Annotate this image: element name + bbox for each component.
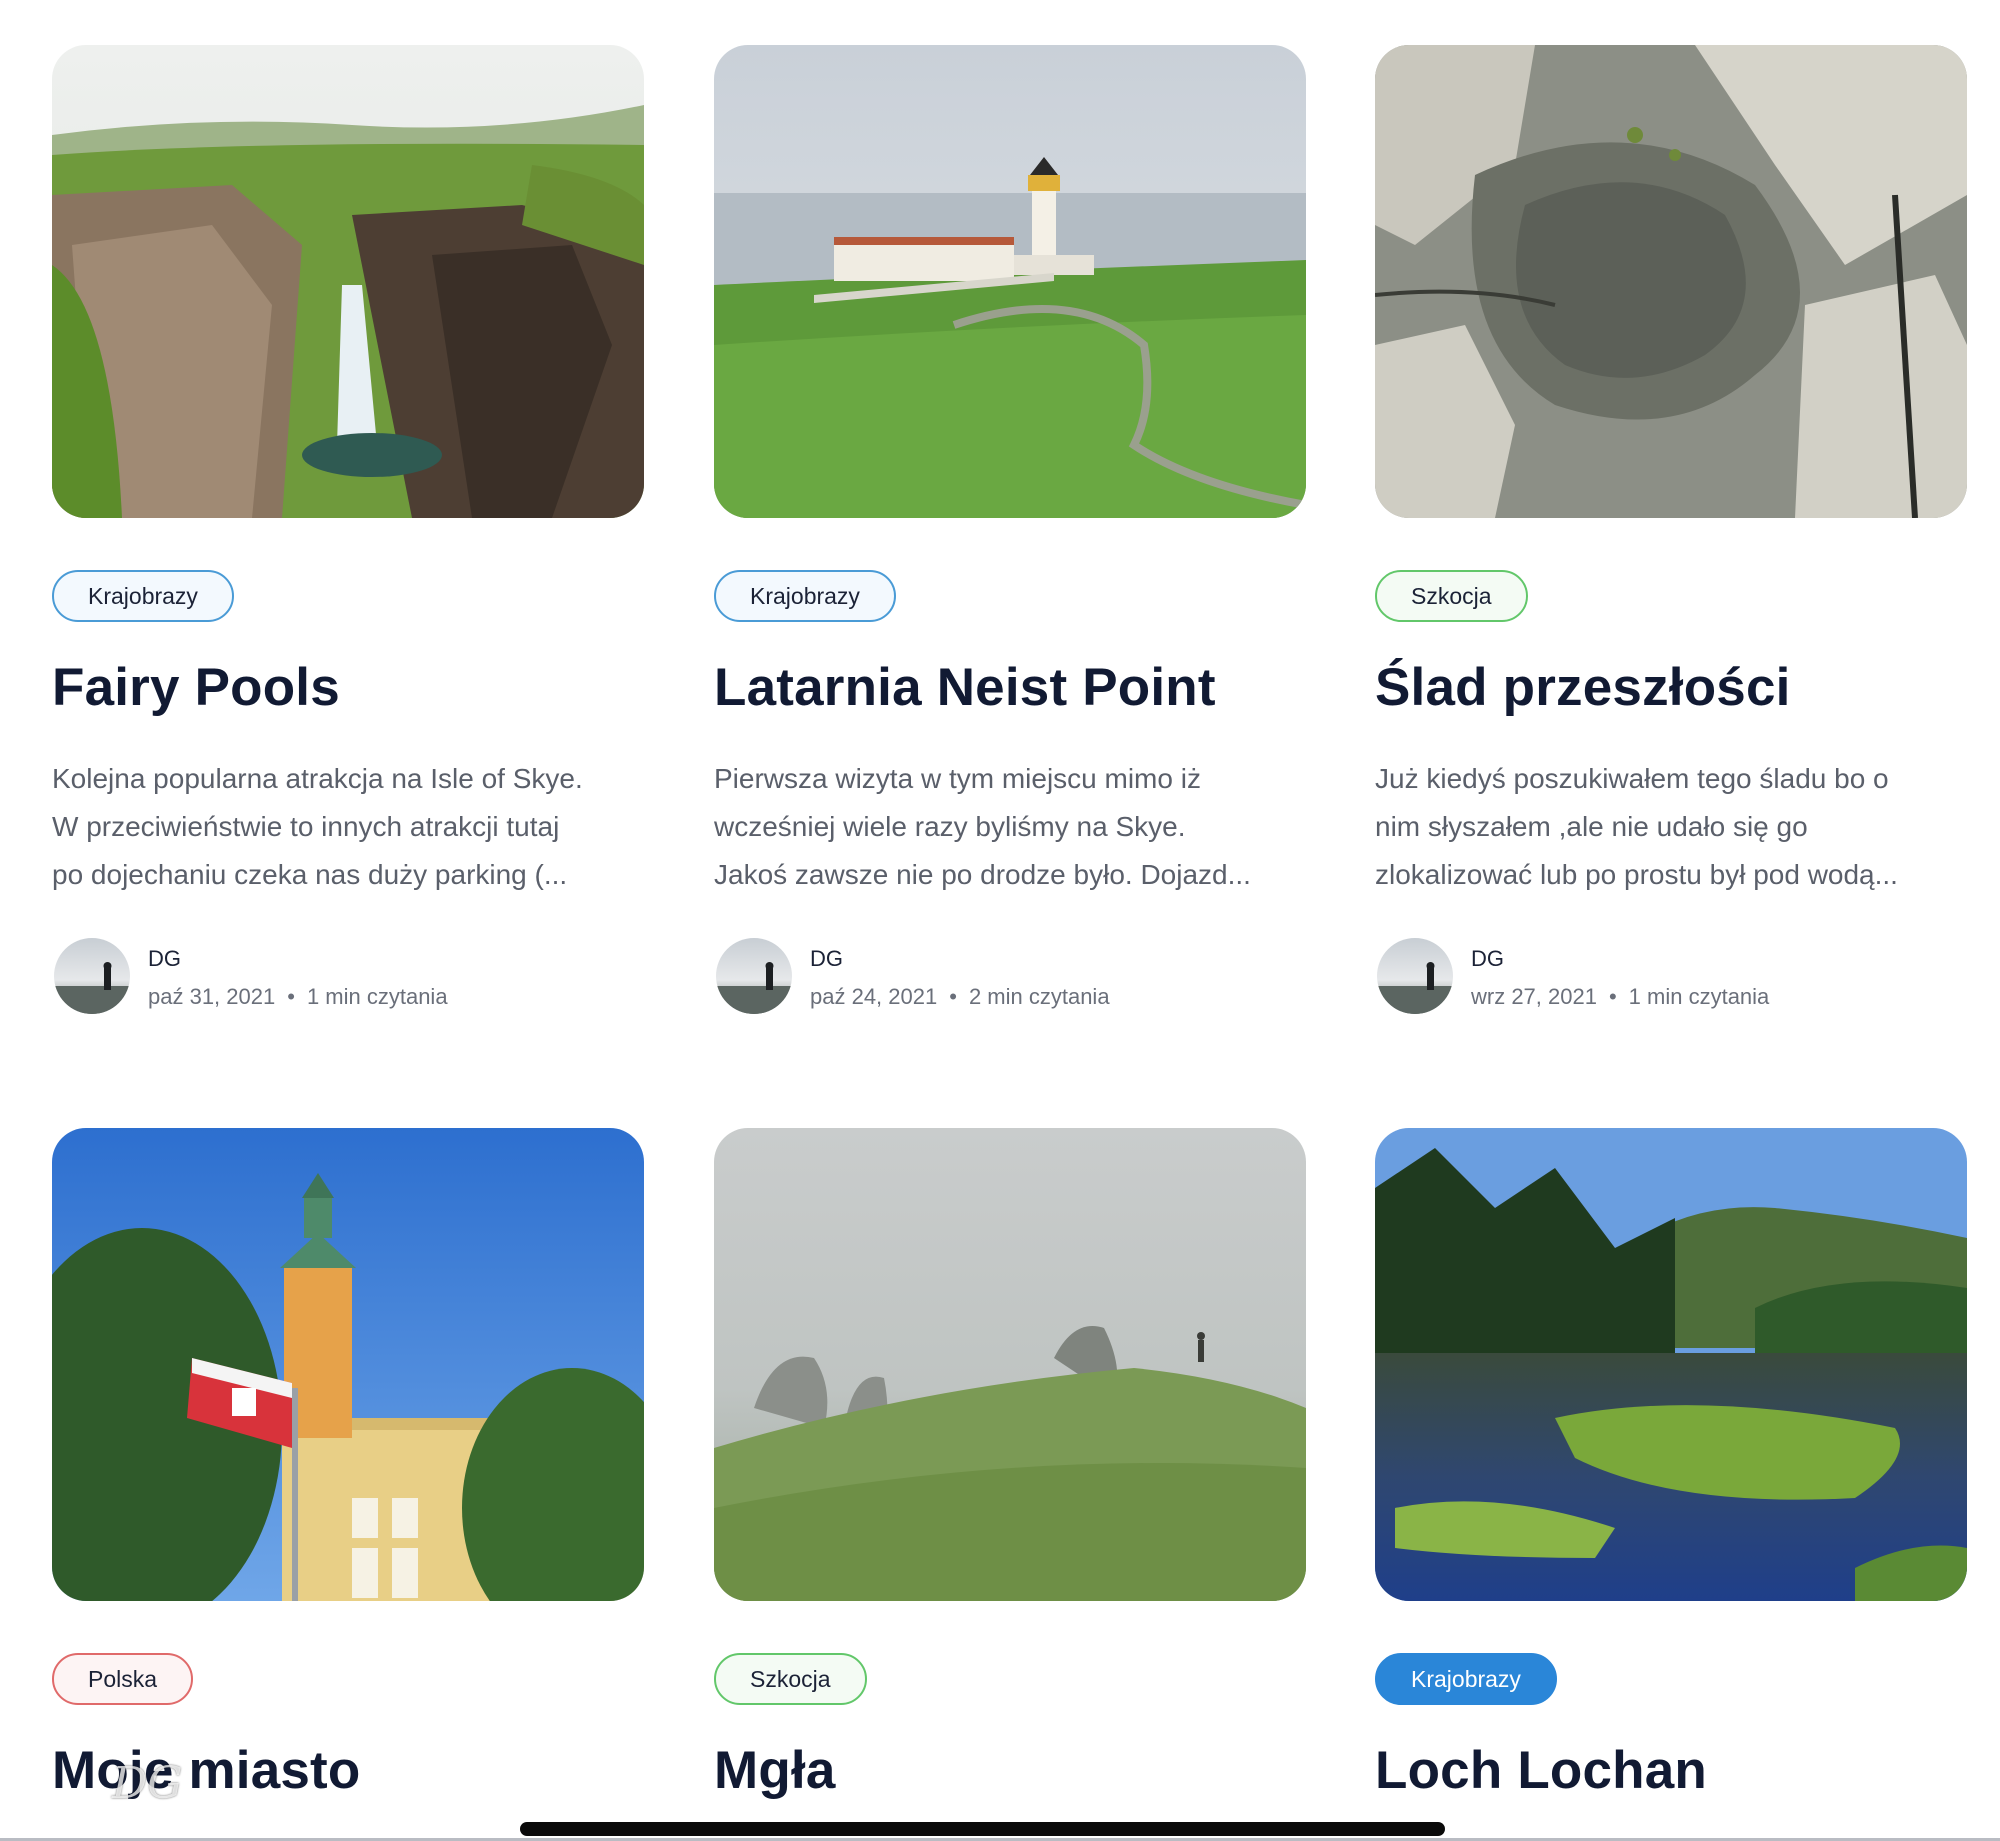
category-tag[interactable]: Szkocja — [714, 1653, 867, 1705]
post-meta: DG paź 24, 2021 • 2 min czytania — [714, 938, 1306, 1018]
post-image-moje-miasto[interactable] — [52, 1128, 644, 1601]
post-image-slad-przeszlosci[interactable] — [1375, 45, 1967, 518]
author-avatar[interactable] — [54, 938, 130, 1014]
avatar-photo — [54, 938, 130, 1014]
post-date: paź 31, 2021 — [148, 984, 276, 1009]
rock-footprint-photo — [1375, 45, 1967, 518]
post-title[interactable]: Loch Lochan — [1375, 1740, 1707, 1801]
home-indicator-bar[interactable] — [520, 1822, 1445, 1836]
post-image-fairy-pools[interactable] — [52, 45, 644, 518]
post-info: paź 31, 2021 • 1 min czytania — [148, 984, 448, 1010]
author-name[interactable]: DG — [1471, 946, 1504, 972]
excerpt-line: wcześniej wiele razy byliśmy na Skye. — [714, 811, 1186, 842]
post-title[interactable]: Latarnia Neist Point — [714, 657, 1216, 718]
meta-separator: • — [1608, 984, 1617, 1009]
author-avatar[interactable] — [1377, 938, 1453, 1014]
post-image-neist-point[interactable] — [714, 45, 1306, 518]
post-card-mgla[interactable]: Szkocja Mgła — [714, 1128, 1306, 1800]
avatar-photo — [1377, 938, 1453, 1014]
read-time: 1 min czytania — [1628, 984, 1770, 1009]
excerpt-line: zlokalizować lub po prostu był pod wodą.… — [1375, 859, 1898, 890]
category-tag[interactable]: Polska — [52, 1653, 194, 1705]
category-tag[interactable]: Szkocja — [1375, 570, 1528, 622]
post-image-mgla[interactable] — [714, 1128, 1306, 1601]
post-card-moje-miasto[interactable]: Polska Moje miasto — [52, 1128, 644, 1800]
author-name[interactable]: DG — [148, 946, 181, 972]
post-image-loch-lochan[interactable] — [1375, 1128, 1967, 1601]
post-date: wrz 27, 2021 — [1471, 984, 1597, 1009]
avatar-photo — [716, 938, 792, 1014]
post-excerpt: Już kiedyś poszukiwałem tego śladu bo o … — [1375, 755, 1967, 899]
read-time: 1 min czytania — [306, 984, 448, 1009]
excerpt-line: Pierwsza wizyta w tym miejscu mimo iż — [714, 763, 1201, 794]
post-excerpt: Kolejna popularna atrakcja na Isle of Sk… — [52, 755, 644, 899]
town-hall-flag-photo — [52, 1128, 644, 1601]
meta-separator: • — [287, 984, 295, 1009]
excerpt-line: nim słyszałem ,ale nie udało się go — [1375, 811, 1808, 842]
category-tag[interactable]: Krajobrazy — [52, 570, 234, 622]
post-info: paź 24, 2021 • 2 min czytania — [810, 984, 1110, 1010]
read-time: 2 min czytania — [968, 984, 1110, 1009]
excerpt-line: po dojechaniu czeka nas duży parking (..… — [52, 859, 568, 890]
excerpt-line: Już kiedyś poszukiwałem tego śladu bo o — [1375, 763, 1889, 794]
loch-forest-photo — [1375, 1128, 1967, 1601]
post-meta: DG paź 31, 2021 • 1 min czytania — [52, 938, 644, 1018]
category-tag[interactable]: Krajobrazy — [714, 570, 896, 622]
post-card-neist-point[interactable]: Krajobrazy Latarnia Neist Point Pierwsza… — [714, 45, 1306, 1014]
post-title[interactable]: Mgła — [714, 1740, 836, 1801]
post-card-slad-przeszlosci[interactable]: Szkocja Ślad przeszłości Już kiedyś posz… — [1375, 45, 1967, 1014]
meta-separator: • — [949, 984, 957, 1009]
post-title[interactable]: Ślad przeszłości — [1375, 657, 1791, 718]
post-meta: DG wrz 27, 2021 • 1 min czytania — [1375, 938, 1967, 1018]
post-date: paź 24, 2021 — [810, 984, 938, 1009]
excerpt-line: Kolejna popularna atrakcja na Isle of Sk… — [52, 763, 583, 794]
post-card-loch-lochan[interactable]: Krajobrazy Loch Lochan — [1375, 1128, 1967, 1800]
post-title[interactable]: Moje miasto — [52, 1740, 360, 1801]
author-avatar[interactable] — [716, 938, 792, 1014]
category-tag[interactable]: Krajobrazy — [1375, 1653, 1557, 1705]
post-excerpt: Pierwsza wizyta w tym miejscu mimo iż wc… — [714, 755, 1306, 899]
excerpt-line: Jakoś zawsze nie po drodze było. Dojazd.… — [714, 859, 1251, 890]
author-name[interactable]: DG — [810, 946, 843, 972]
post-title[interactable]: Fairy Pools — [52, 657, 340, 718]
foggy-hill-photo — [714, 1128, 1306, 1601]
waterfall-gorge-photo — [52, 45, 644, 518]
post-info: wrz 27, 2021 • 1 min czytania — [1471, 984, 1769, 1010]
excerpt-line: W przeciwieństwie to innych atrakcji tut… — [52, 811, 560, 842]
post-card-fairy-pools[interactable]: Krajobrazy Fairy Pools Kolejna popularna… — [52, 45, 644, 1014]
lighthouse-coast-photo — [714, 45, 1306, 518]
